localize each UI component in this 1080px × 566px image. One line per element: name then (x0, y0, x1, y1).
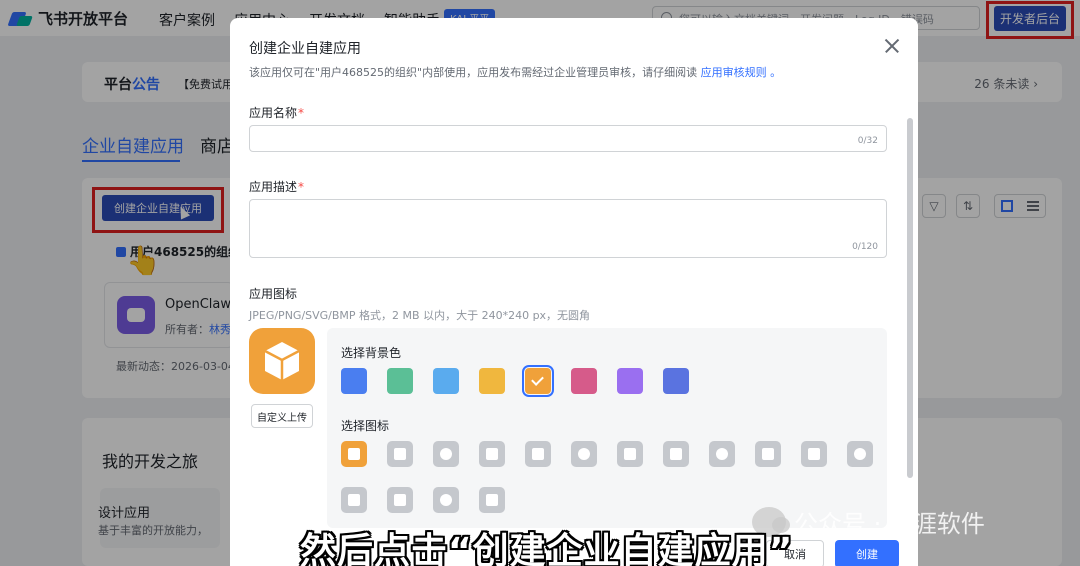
tag-icon[interactable] (755, 441, 781, 467)
video-subtitle: 然后点击“创建企业自建应用” (300, 531, 794, 566)
app-name-field[interactable]: 0/32 (249, 125, 887, 152)
bg-color-swatch[interactable] (479, 368, 505, 394)
bg-color-label: 选择背景色 (341, 346, 402, 360)
create-button[interactable]: 创建 (835, 540, 899, 566)
shield-icon[interactable] (341, 487, 367, 513)
app-desc-field[interactable]: 0/120 (249, 199, 887, 258)
box-icon[interactable] (341, 441, 367, 467)
chart-icon[interactable] (617, 441, 643, 467)
watermark-text: 公众号 · 天涯软件 (794, 510, 985, 538)
app-icon-preview (249, 328, 315, 394)
dialog-description: 该应用仅可在"用户468525的组织"内部使用，应用发布需经过企业管理员审核，请… (249, 66, 782, 79)
bg-color-swatch[interactable] (571, 368, 597, 394)
app-name-label: 应用名称* (249, 106, 305, 120)
briefcase-icon[interactable] (525, 441, 551, 467)
people-icon[interactable] (433, 487, 459, 513)
app-desc-counter: 0/120 (852, 242, 878, 252)
code-icon[interactable] (479, 487, 505, 513)
star-icon[interactable] (709, 441, 735, 467)
custom-upload-button[interactable]: 自定义上传 (251, 404, 313, 428)
review-rules-link[interactable]: 应用审核规则 (701, 66, 767, 79)
scrollbar-thumb[interactable] (907, 118, 913, 478)
bell-icon[interactable] (571, 441, 597, 467)
layout-icon[interactable] (387, 487, 413, 513)
close-icon[interactable] (880, 34, 904, 58)
dialog-scrollbar[interactable] (906, 108, 914, 488)
app-desc-label: 应用描述* (249, 180, 305, 194)
app-desc-input[interactable] (250, 200, 886, 257)
wrench-icon[interactable] (801, 441, 827, 467)
robot-icon[interactable] (387, 441, 413, 467)
bg-color-swatch[interactable] (341, 368, 367, 394)
icon-select-label: 选择图标 (341, 419, 390, 433)
icon-style-panel: 选择背景色 选择图标 (327, 328, 887, 528)
bg-color-swatch[interactable] (617, 368, 643, 394)
bg-color-swatch[interactable] (663, 368, 689, 394)
app-name-input[interactable] (250, 126, 886, 151)
icon-format-hint: JPEG/PNG/SVG/BMP 格式，2 MB 以内，大于 240*240 p… (249, 309, 591, 322)
box-icon (264, 342, 300, 380)
bg-color-swatch[interactable] (387, 368, 413, 394)
bg-color-swatch[interactable] (433, 368, 459, 394)
location-icon[interactable] (433, 441, 459, 467)
dialog-title: 创建企业自建应用 (249, 41, 361, 57)
building-icon[interactable] (479, 441, 505, 467)
bg-color-swatch[interactable] (522, 365, 554, 397)
moon-icon[interactable] (663, 441, 689, 467)
app-icon-label: 应用图标 (249, 287, 298, 301)
app-name-counter: 0/32 (857, 136, 878, 146)
create-app-dialog: 创建企业自建应用 该应用仅可在"用户468525的组织"内部使用，应用发布需经过… (230, 18, 918, 566)
document-icon[interactable] (847, 441, 873, 467)
